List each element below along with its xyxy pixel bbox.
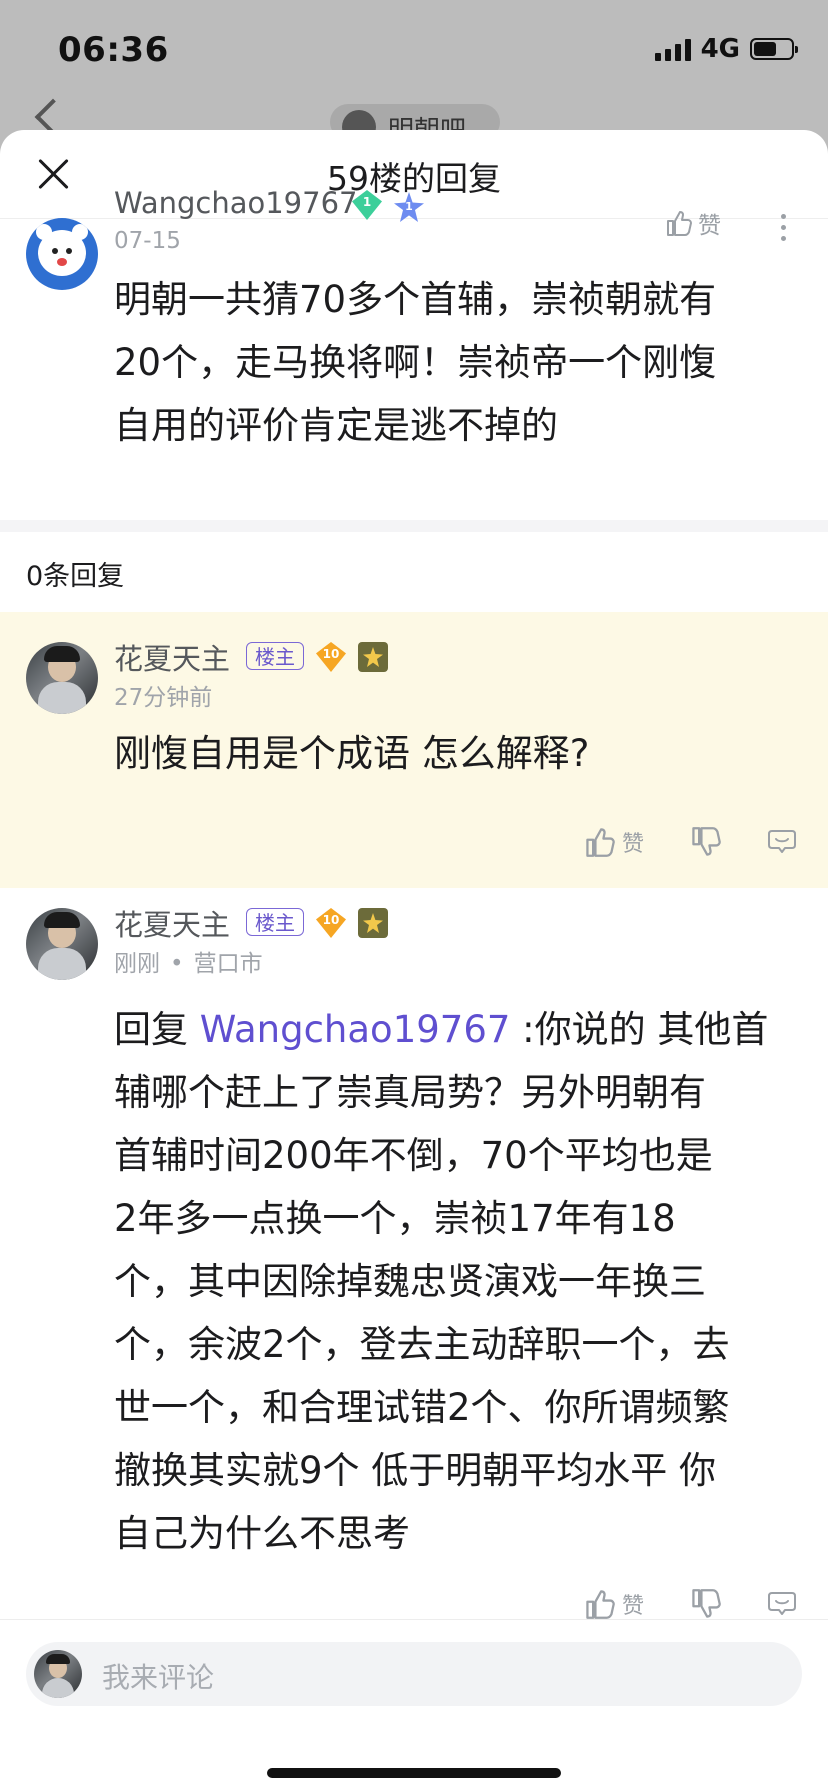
avatar[interactable]: [26, 218, 98, 290]
post-content: 明朝一共猜70多个首辅，崇祯朝就有 20个，走马换将啊！崇祯帝一个刚愎 自用的评…: [114, 278, 717, 447]
like-button[interactable]: 赞: [584, 826, 644, 858]
comment-button[interactable]: [766, 826, 798, 858]
battery-icon: [750, 38, 798, 60]
reply-content: 刚愎自用是个成语 怎么解释?: [114, 732, 590, 775]
level-badge-icon: 10: [316, 642, 346, 672]
home-indicator: [267, 1768, 561, 1778]
reply-sheet: 59楼的回复 Wangchao19767 1 1 07-15 赞 明朝一共猜70…: [0, 130, 828, 1792]
comment-bar: 我来评论: [0, 1619, 828, 1792]
avatar[interactable]: [26, 908, 98, 980]
comment-button[interactable]: [766, 1588, 798, 1620]
dislike-button[interactable]: [690, 826, 722, 858]
avatar: [34, 1650, 82, 1698]
reply-username[interactable]: 花夏天主: [114, 636, 230, 678]
rank-badge-icon: 1: [394, 192, 424, 222]
thumbs-down-icon: [690, 1588, 722, 1620]
level-badge-icon: 10: [316, 908, 346, 938]
comment-bubble-icon: [766, 826, 798, 858]
post-date: 07-15: [114, 228, 181, 254]
reply-item: 花夏天主 楼主 10 27分钟前 刚愎自用是个成语 怎么解释? 赞: [0, 612, 828, 888]
reply-content: 回复 Wangchao19767 :你说的 其他首 辅哪个赶上了崇真局势？另外明…: [114, 1008, 769, 1555]
mention-link[interactable]: Wangchao19767: [200, 1008, 511, 1051]
reply-meta: 刚刚 • 营口市: [114, 951, 263, 977]
medal-icon: [358, 642, 388, 672]
thumbs-down-icon: [690, 826, 722, 858]
cellular-signal-icon: [654, 37, 691, 61]
section-divider: [0, 520, 828, 532]
more-options-icon[interactable]: [778, 210, 788, 248]
post-username[interactable]: Wangchao19767: [114, 186, 357, 220]
reply-time: 27分钟前: [114, 685, 213, 711]
reply-username[interactable]: 花夏天主: [114, 902, 230, 944]
network-type: 4G: [700, 34, 740, 64]
status-bar: 06:36 4G: [0, 0, 828, 100]
battery-level: [754, 42, 776, 56]
dislike-button[interactable]: [690, 1588, 722, 1620]
like-button[interactable]: 赞: [584, 1588, 644, 1620]
thumbs-up-icon: [666, 209, 692, 237]
reply-count: 0条回复: [26, 561, 125, 592]
thumbs-up-icon: [584, 1588, 616, 1620]
status-indicators: 4G: [654, 34, 798, 64]
medal-icon: [358, 908, 388, 938]
thumbs-up-icon: [584, 826, 616, 858]
comment-input[interactable]: 我来评论: [26, 1642, 802, 1706]
owner-tag: 楼主: [246, 642, 304, 670]
comment-placeholder: 我来评论: [102, 1661, 215, 1694]
owner-tag: 楼主: [246, 908, 304, 936]
like-button[interactable]: 赞: [666, 206, 721, 240]
avatar[interactable]: [26, 642, 98, 714]
status-time: 06:36: [58, 30, 169, 70]
comment-bubble-icon: [766, 1588, 798, 1620]
